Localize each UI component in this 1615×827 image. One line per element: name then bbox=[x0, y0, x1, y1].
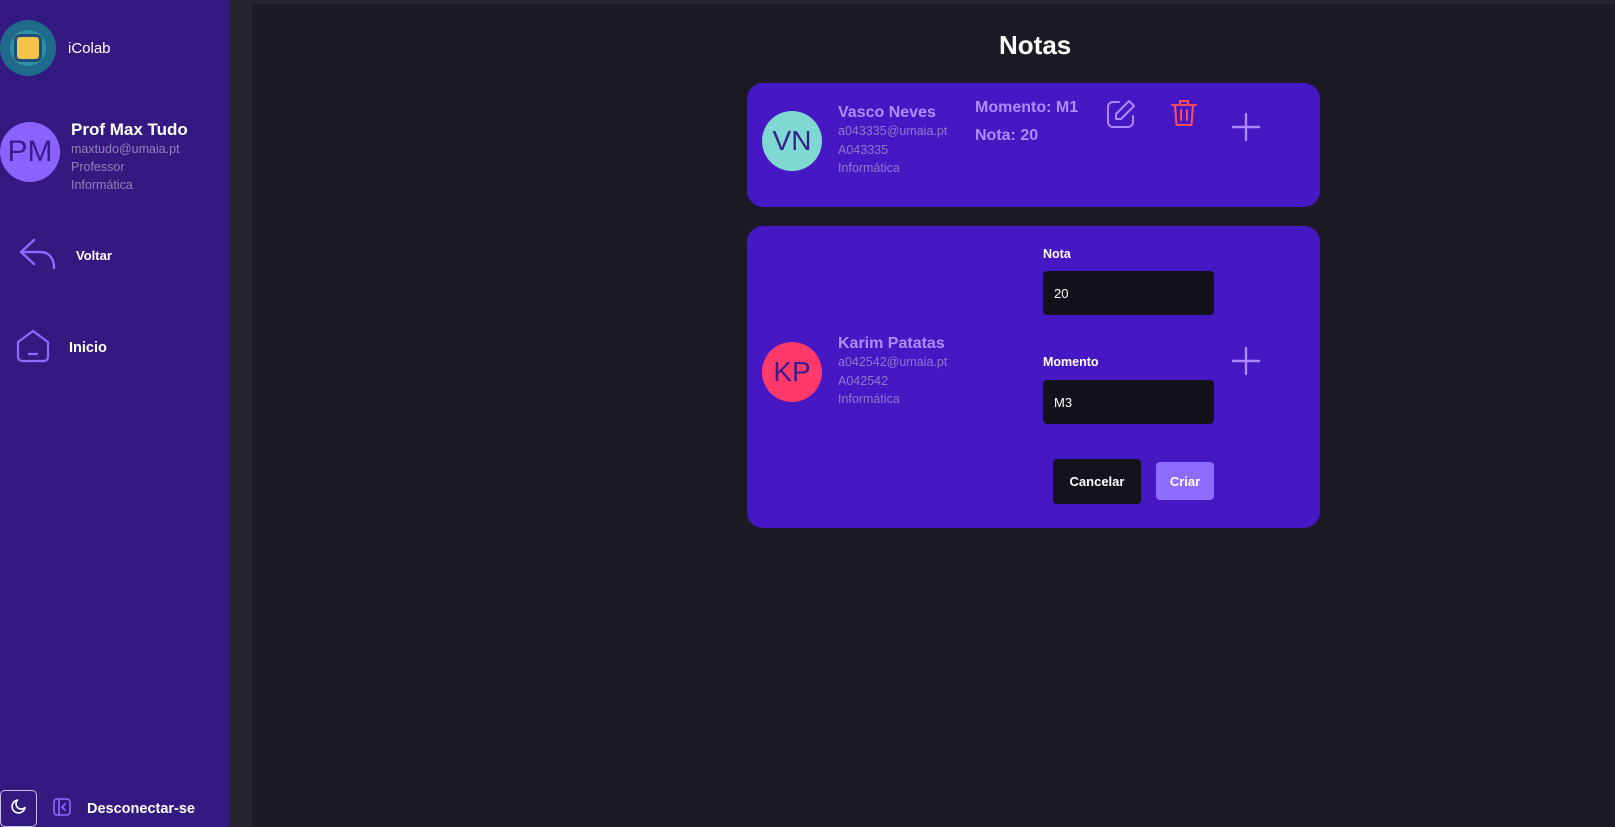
student-course: Informática bbox=[838, 161, 900, 175]
student-course: Informática bbox=[838, 392, 900, 406]
student-email: a043335@umaia.pt bbox=[838, 124, 948, 138]
user-info: Prof Max Tudo maxtudo@umaia.pt Professor… bbox=[71, 120, 188, 194]
page-title: Notas bbox=[999, 30, 1072, 60]
plus-icon bbox=[1231, 112, 1261, 147]
sidebar-gutter bbox=[230, 0, 252, 827]
logout-icon bbox=[52, 797, 72, 821]
grade-nota: Nota: 20 bbox=[975, 127, 1039, 144]
student-avatar: KP bbox=[762, 342, 822, 402]
create-button[interactable]: Criar bbox=[1156, 462, 1214, 500]
trash-icon bbox=[1170, 98, 1198, 133]
student-card: VN Vasco Neves a043335@umaia.pt A043335 … bbox=[747, 83, 1320, 207]
momento-label: Momento bbox=[1043, 355, 1099, 369]
app-name: iColab bbox=[68, 39, 111, 57]
logout-label: Desconectar-se bbox=[87, 800, 195, 817]
home-icon bbox=[15, 328, 51, 368]
student-number: A042542 bbox=[838, 373, 889, 388]
edit-icon bbox=[1105, 98, 1137, 135]
user-email: maxtudo@umaia.pt bbox=[71, 142, 180, 156]
logout-button[interactable]: Desconectar-se bbox=[52, 797, 195, 821]
user-role: Professor bbox=[71, 160, 125, 174]
user-avatar: PM bbox=[0, 122, 60, 182]
nav-home-label: Inicio bbox=[69, 340, 107, 356]
cancel-button[interactable]: Cancelar bbox=[1053, 459, 1141, 504]
grade-momento: Momento: M1 bbox=[975, 99, 1079, 116]
student-info: Vasco Neves a043335@umaia.pt A043335 Inf… bbox=[838, 104, 947, 178]
add-grade-button[interactable] bbox=[1230, 112, 1262, 147]
brand[interactable]: iColab bbox=[0, 20, 111, 76]
nota-label: Nota bbox=[1043, 247, 1071, 261]
student-name: Karim Patatas bbox=[838, 335, 945, 352]
edit-grade-button[interactable] bbox=[1104, 99, 1138, 133]
delete-grade-button[interactable] bbox=[1169, 99, 1199, 131]
theme-toggle-button[interactable] bbox=[0, 790, 37, 827]
student-name: Vasco Neves bbox=[838, 104, 936, 121]
student-info: Karim Patatas a042542@umaia.pt A042542 I… bbox=[838, 335, 947, 409]
grade-summary: Momento: M1 Nota: 20 bbox=[975, 99, 1078, 155]
user-name: Prof Max Tudo bbox=[71, 120, 188, 139]
student-card: KP Karim Patatas a042542@umaia.pt A04254… bbox=[747, 226, 1320, 528]
sidebar-bottom-bar: Desconectar-se bbox=[0, 790, 195, 827]
student-number: A043335 bbox=[838, 142, 889, 157]
app-logo bbox=[0, 20, 56, 76]
nota-input[interactable] bbox=[1043, 271, 1214, 315]
top-divider bbox=[252, 0, 1615, 4]
student-email: a042542@umaia.pt bbox=[838, 355, 948, 369]
user-department: Informática bbox=[71, 178, 133, 192]
sidebar: iColab PM Prof Max Tudo maxtudo@umaia.pt… bbox=[0, 0, 230, 827]
nav-back-button[interactable]: Voltar bbox=[18, 236, 112, 275]
momento-input[interactable] bbox=[1043, 380, 1214, 424]
nav-home-button[interactable]: Inicio bbox=[15, 328, 107, 368]
add-grade-button[interactable] bbox=[1230, 346, 1262, 381]
student-avatar: VN bbox=[762, 111, 822, 171]
user-profile: PM Prof Max Tudo maxtudo@umaia.pt Profes… bbox=[0, 120, 188, 194]
plus-icon bbox=[1231, 346, 1261, 381]
nav-back-label: Voltar bbox=[76, 248, 112, 263]
reply-arrow-icon bbox=[18, 236, 58, 275]
moon-icon bbox=[10, 797, 28, 820]
